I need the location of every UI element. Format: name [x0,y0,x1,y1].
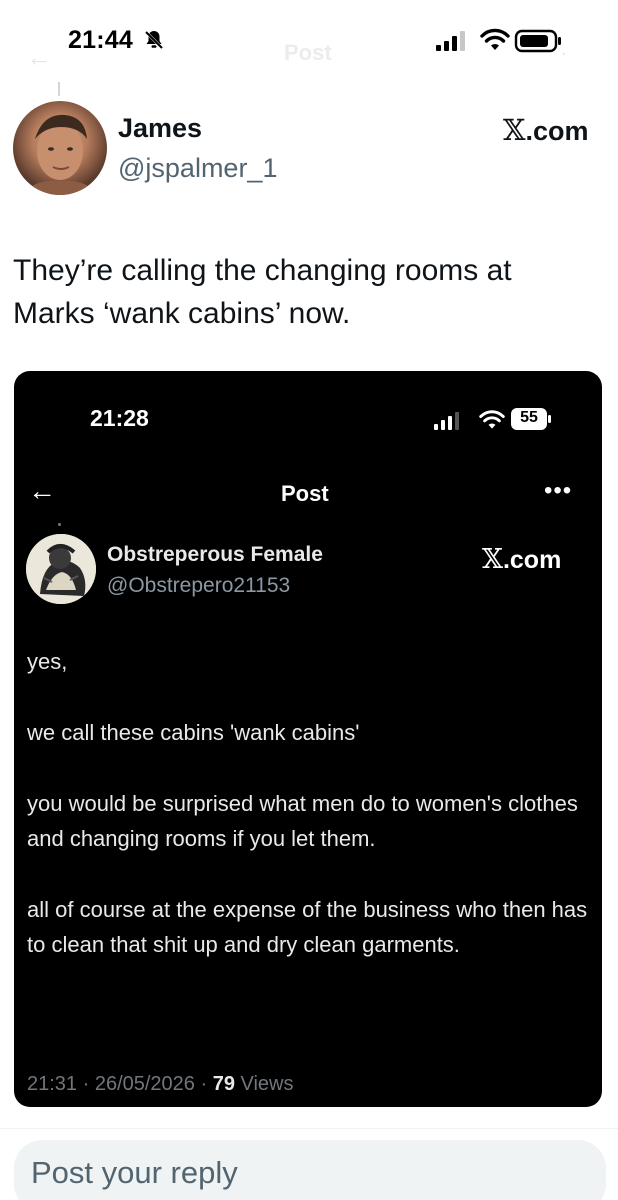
embedded-wifi-icon [479,410,505,429]
author-handle[interactable]: @jspalmer_1 [118,153,277,184]
ghost-back-arrow: ← [26,42,52,72]
embedded-battery-level: 55 [520,409,538,426]
embedded-battery-icon: 55 [511,408,551,430]
embedded-timestamp: 21:31 · 26/05/2026 · [27,1073,213,1095]
embedded-screenshot-image[interactable]: 21:28 55 ← Post ••• Obstreperous Female … [14,371,602,1107]
reply-placeholder: Post your reply [31,1155,238,1190]
x-logo-icon: 𝕏 [503,113,526,147]
tweet-text-line: They’re calling the changing rooms at [13,254,512,287]
thread-connector [58,82,60,96]
embedded-thread-dot [58,523,61,526]
reply-divider [0,1128,618,1129]
ghost-nav-title: Post [284,40,332,65]
bell-muted-icon [144,30,164,50]
battery-icon [514,29,561,53]
author-name[interactable]: James [118,113,202,144]
x-com-watermark: 𝕏.com [503,113,589,147]
embedded-post-body: yes, we call these cabins 'wank cabins' … [27,644,592,998]
embedded-author-avatar [26,534,96,604]
embedded-paragraph: we call these cabins 'wank cabins' [27,720,360,745]
embedded-post-meta: 21:31 · 26/05/2026 · 79 Views [27,1073,294,1096]
embedded-nav-title: Post [281,481,329,506]
status-time: 21:44 [68,26,133,54]
x-com-suffix: .com [525,116,589,146]
cellular-signal-icon [436,31,465,51]
embedded-paragraph: yes, [27,649,68,674]
wifi-icon [480,28,510,50]
embedded-x-logo-icon: 𝕏 [482,544,503,575]
embedded-author-name: Obstreperous Female [107,543,323,566]
tweet-text-line: Marks ‘wank cabins’ now. [13,297,351,330]
status-bar: ← Post · 21:44 [0,0,618,88]
embedded-x-com-watermark: 𝕏.com [482,544,561,575]
embedded-x-com-suffix: .com [502,546,562,574]
embedded-views-count: 79 [212,1073,235,1095]
embedded-signal-icon [434,412,459,430]
tweet-text: They’re calling the changing rooms at Ma… [13,249,603,335]
embedded-author-handle: @Obstrepero21153 [107,574,291,597]
embedded-status-time: 21:28 [90,405,149,431]
embedded-paragraph: all of course at the expense of the busi… [27,897,588,957]
author-avatar[interactable] [13,101,107,195]
embedded-back-arrow-icon: ← [28,475,56,506]
embedded-views-label: Views [234,1073,294,1095]
embedded-more-icon: ••• [544,477,573,504]
embedded-paragraph: you would be surprised what men do to wo… [27,791,578,851]
